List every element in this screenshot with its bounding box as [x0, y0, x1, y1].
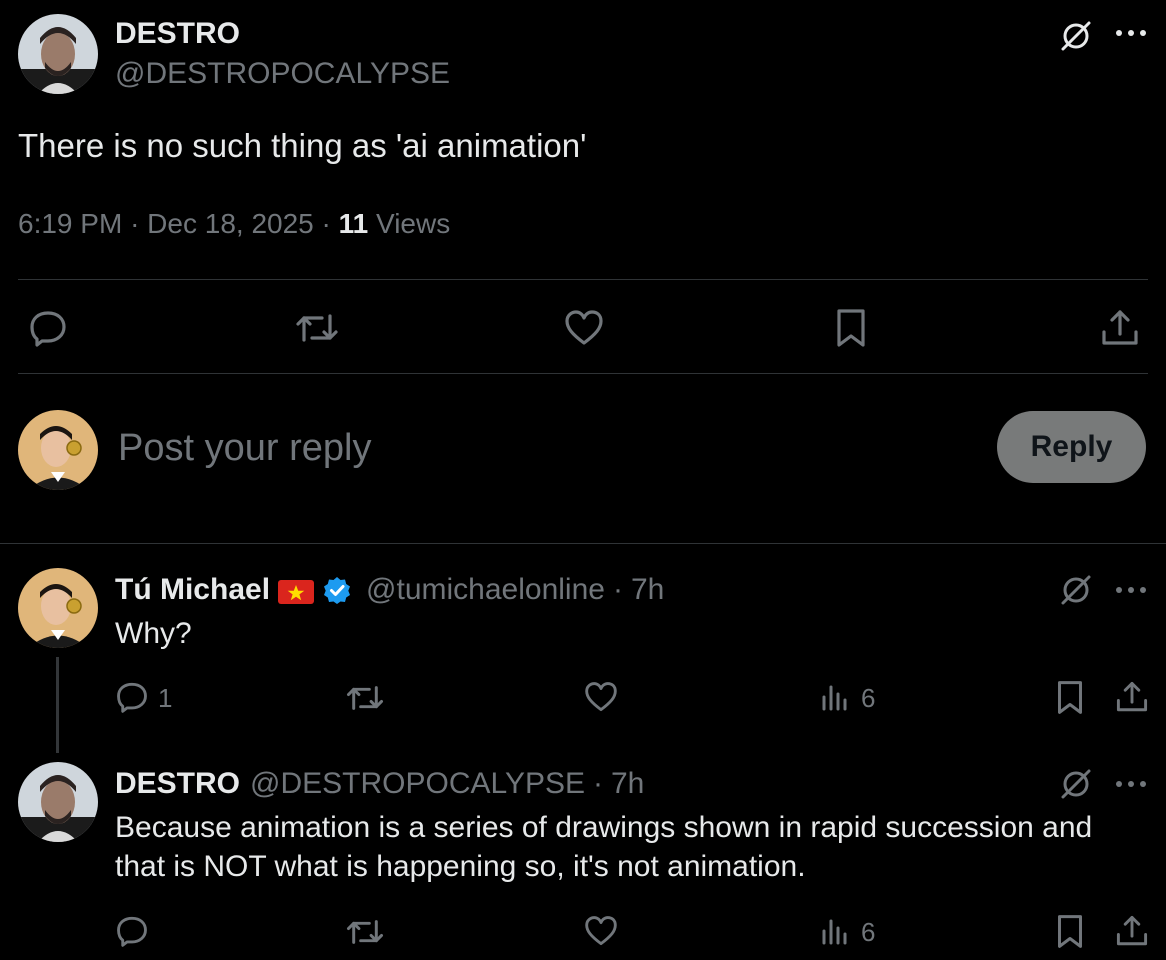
reply-header: Tú Michael @tumichaelonline · 7h — [115, 572, 664, 608]
like-icon[interactable] — [584, 915, 618, 947]
grok-icon[interactable] — [1058, 18, 1094, 54]
views-label: Views — [376, 208, 451, 239]
reply-icon[interactable] — [115, 915, 149, 947]
reply-text: Why? — [115, 617, 192, 650]
views-icon[interactable] — [820, 682, 850, 712]
views-count: 6 — [861, 683, 876, 713]
tweet-time[interactable]: 6:19 PM — [18, 208, 122, 239]
views-count: 11 — [338, 208, 369, 239]
handle[interactable]: @tumichaelonline — [366, 573, 605, 607]
like-icon[interactable] — [564, 309, 604, 347]
meta-separator: · — [593, 767, 603, 800]
meta-separator: · — [612, 573, 623, 606]
repost-icon[interactable] — [345, 682, 385, 714]
reply-button[interactable]: Reply — [997, 411, 1146, 483]
reply-text-line-2: that is NOT what is happening so, it's n… — [115, 850, 806, 883]
avatar-destro[interactable] — [18, 14, 98, 94]
repost-icon[interactable] — [345, 916, 385, 948]
bookmark-icon[interactable] — [1055, 914, 1085, 949]
handle[interactable]: @DESTROPOCALYPSE — [115, 57, 450, 91]
avatar-tu-michael[interactable] — [18, 568, 98, 648]
divider-top — [18, 279, 1148, 280]
share-icon[interactable] — [1115, 914, 1149, 948]
grok-icon[interactable] — [1058, 766, 1094, 802]
views-count: 6 — [861, 917, 876, 947]
reply-icon[interactable] — [115, 681, 149, 713]
share-icon[interactable] — [1115, 680, 1149, 714]
handle[interactable]: @DESTROPOCALYPSE — [250, 767, 585, 801]
reply-composer-input[interactable] — [118, 420, 978, 476]
bookmark-icon[interactable] — [1055, 680, 1085, 715]
reply-header: DESTRO @DESTROPOCALYPSE · 7h — [115, 766, 644, 802]
reply-age[interactable]: 7h — [631, 573, 664, 607]
composer-divider — [0, 543, 1166, 544]
vietnam-flag-icon — [278, 578, 315, 604]
tweet-text: There is no such thing as 'ai animation' — [18, 127, 587, 164]
reply-text-line-1: Because animation is a series of drawing… — [115, 811, 1093, 844]
divider-bottom — [18, 373, 1148, 374]
more-icon[interactable] — [1114, 26, 1148, 40]
share-icon[interactable] — [1100, 308, 1140, 348]
verified-badge-icon — [322, 575, 352, 605]
meta-separator: · — [321, 208, 331, 239]
more-icon[interactable] — [1114, 777, 1148, 791]
avatar-current-user[interactable] — [18, 410, 98, 490]
thread-line — [56, 657, 59, 753]
display-name[interactable]: DESTRO — [115, 767, 240, 801]
display-name[interactable]: DESTRO — [115, 17, 240, 51]
grok-icon[interactable] — [1058, 572, 1094, 608]
tweet-date[interactable]: Dec 18, 2025 — [147, 208, 314, 239]
repost-icon[interactable] — [294, 310, 340, 346]
reply-count: 1 — [158, 683, 173, 713]
views-icon[interactable] — [820, 916, 850, 946]
bookmark-icon[interactable] — [834, 308, 868, 348]
meta-separator: · — [130, 208, 140, 239]
avatar-destro[interactable] — [18, 762, 98, 842]
tweet-meta: 6:19 PM · Dec 18, 2025 · 11 Views — [18, 206, 450, 242]
like-icon[interactable] — [584, 681, 618, 713]
reply-icon[interactable] — [28, 309, 68, 347]
reply-age[interactable]: 7h — [611, 767, 644, 801]
display-name[interactable]: Tú Michael — [115, 573, 270, 607]
more-icon[interactable] — [1114, 583, 1148, 597]
